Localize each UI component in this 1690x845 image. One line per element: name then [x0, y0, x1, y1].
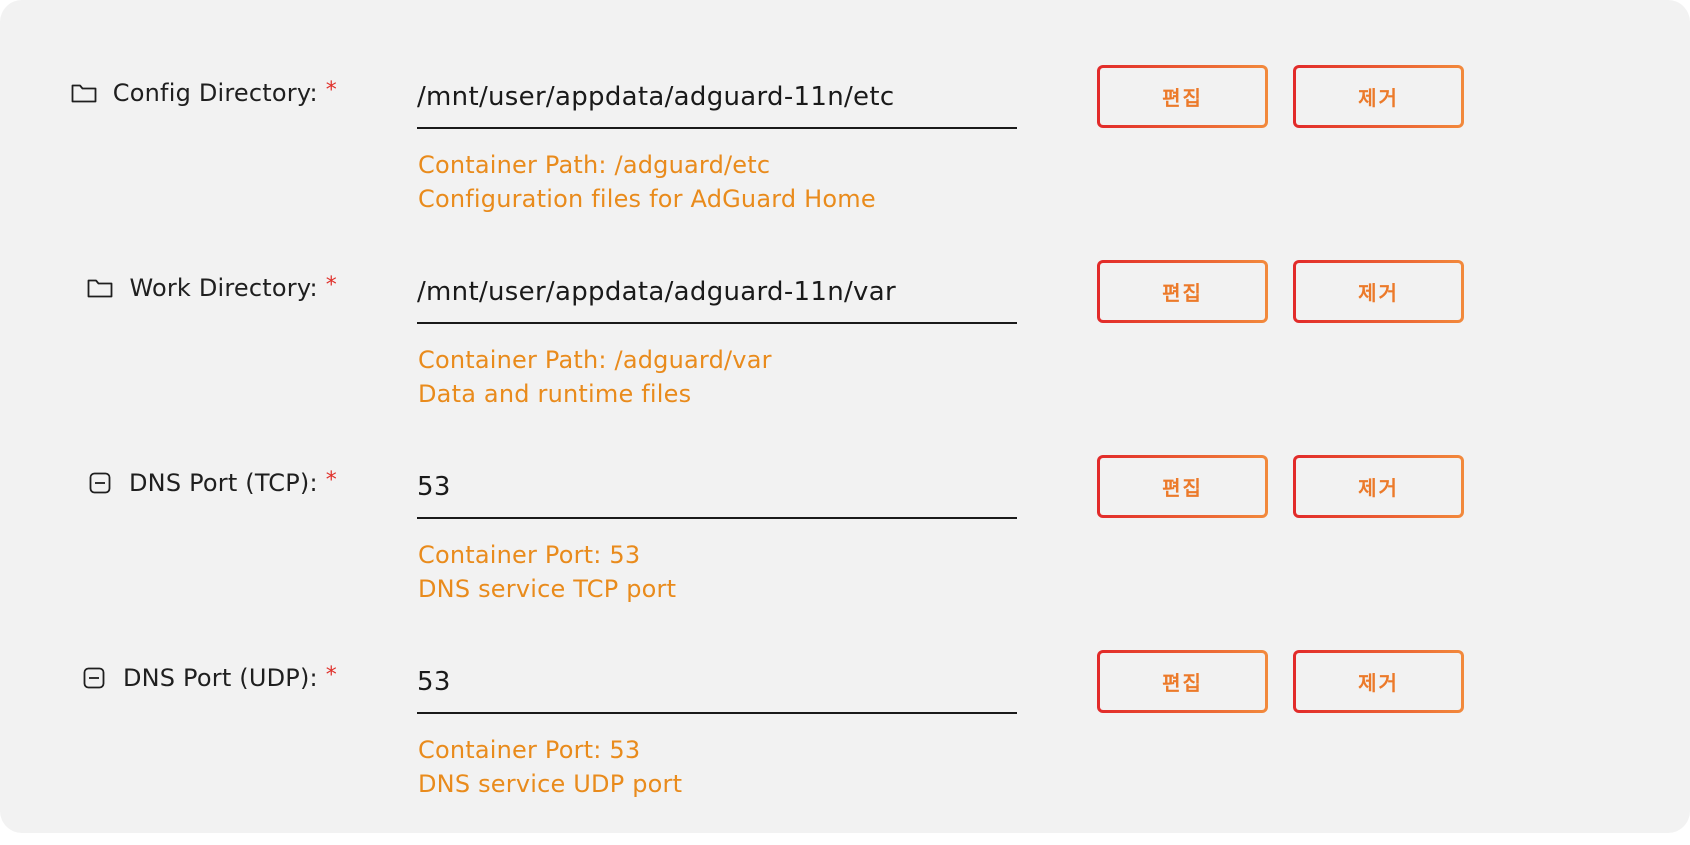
- dns-port-udp-description: Container Port: 53 DNS service UDP port: [418, 733, 682, 801]
- work-directory-row: Work Directory: * /mnt/user/appdata/adgua…: [0, 260, 1690, 455]
- dns-port-udp-row: DNS Port (UDP): * 53 Container Port: 53 D…: [0, 650, 1690, 845]
- edit-button[interactable]: 편집: [1097, 650, 1268, 713]
- folder-icon: [87, 275, 113, 301]
- config-directory-label: Config Directory: *: [112, 78, 337, 107]
- remove-button[interactable]: 제거: [1293, 650, 1464, 713]
- dns-port-tcp-description: Container Port: 53 DNS service TCP port: [418, 538, 676, 606]
- description-text: Configuration files for AdGuard Home: [418, 185, 876, 213]
- required-asterisk: *: [325, 273, 337, 298]
- required-asterisk: *: [325, 78, 337, 103]
- dns-port-tcp-label: DNS Port (TCP): *: [128, 468, 337, 497]
- work-directory-value: /mnt/user/appdata/adguard-11n/var: [417, 277, 896, 307]
- dns-port-udp-label: DNS Port (UDP): *: [122, 663, 337, 692]
- edit-button[interactable]: 편집: [1097, 260, 1268, 323]
- description-text: Data and runtime files: [418, 380, 692, 408]
- container-path-text: Container Path: /adguard/etc: [418, 151, 771, 179]
- description-text: DNS service TCP port: [418, 575, 677, 603]
- container-port-text: Container Port: 53: [418, 736, 641, 764]
- dns-port-udp-label-group: DNS Port (UDP): *: [81, 663, 337, 692]
- description-text: DNS service UDP port: [418, 770, 683, 798]
- config-directory-row: Config Directory: * /mnt/user/appdata/adg…: [0, 65, 1690, 260]
- dns-port-udp-value: 53: [417, 667, 451, 697]
- remove-button[interactable]: 제거: [1293, 260, 1464, 323]
- work-directory-label-group: Work Directory: *: [87, 273, 337, 302]
- config-directory-value: /mnt/user/appdata/adguard-11n/etc: [417, 82, 895, 112]
- settings-panel: Config Directory: * /mnt/user/appdata/adg…: [0, 0, 1690, 833]
- container-path-text: Container Path: /adguard/var: [418, 346, 772, 374]
- config-directory-input[interactable]: /mnt/user/appdata/adguard-11n/etc: [417, 77, 1017, 129]
- container-port-text: Container Port: 53: [418, 541, 641, 569]
- dns-port-tcp-row: DNS Port (TCP): * 53 Container Port: 53 D…: [0, 455, 1690, 650]
- config-directory-label-group: Config Directory: *: [71, 78, 337, 107]
- remove-button[interactable]: 제거: [1293, 65, 1464, 128]
- port-icon: [87, 470, 113, 496]
- port-icon: [81, 665, 107, 691]
- folder-icon: [71, 80, 97, 106]
- required-asterisk: *: [325, 468, 337, 493]
- work-directory-input[interactable]: /mnt/user/appdata/adguard-11n/var: [417, 272, 1017, 324]
- dns-port-udp-input[interactable]: 53: [417, 662, 1017, 714]
- dns-port-tcp-input[interactable]: 53: [417, 467, 1017, 519]
- edit-button[interactable]: 편집: [1097, 455, 1268, 518]
- config-directory-description: Container Path: /adguard/etc Configurati…: [418, 148, 876, 216]
- required-asterisk: *: [325, 663, 337, 688]
- dns-port-tcp-label-group: DNS Port (TCP): *: [87, 468, 337, 497]
- remove-button[interactable]: 제거: [1293, 455, 1464, 518]
- work-directory-description: Container Path: /adguard/var Data and ru…: [418, 343, 772, 411]
- edit-button[interactable]: 편집: [1097, 65, 1268, 128]
- work-directory-label: Work Directory: *: [129, 273, 337, 302]
- dns-port-tcp-value: 53: [417, 472, 451, 502]
